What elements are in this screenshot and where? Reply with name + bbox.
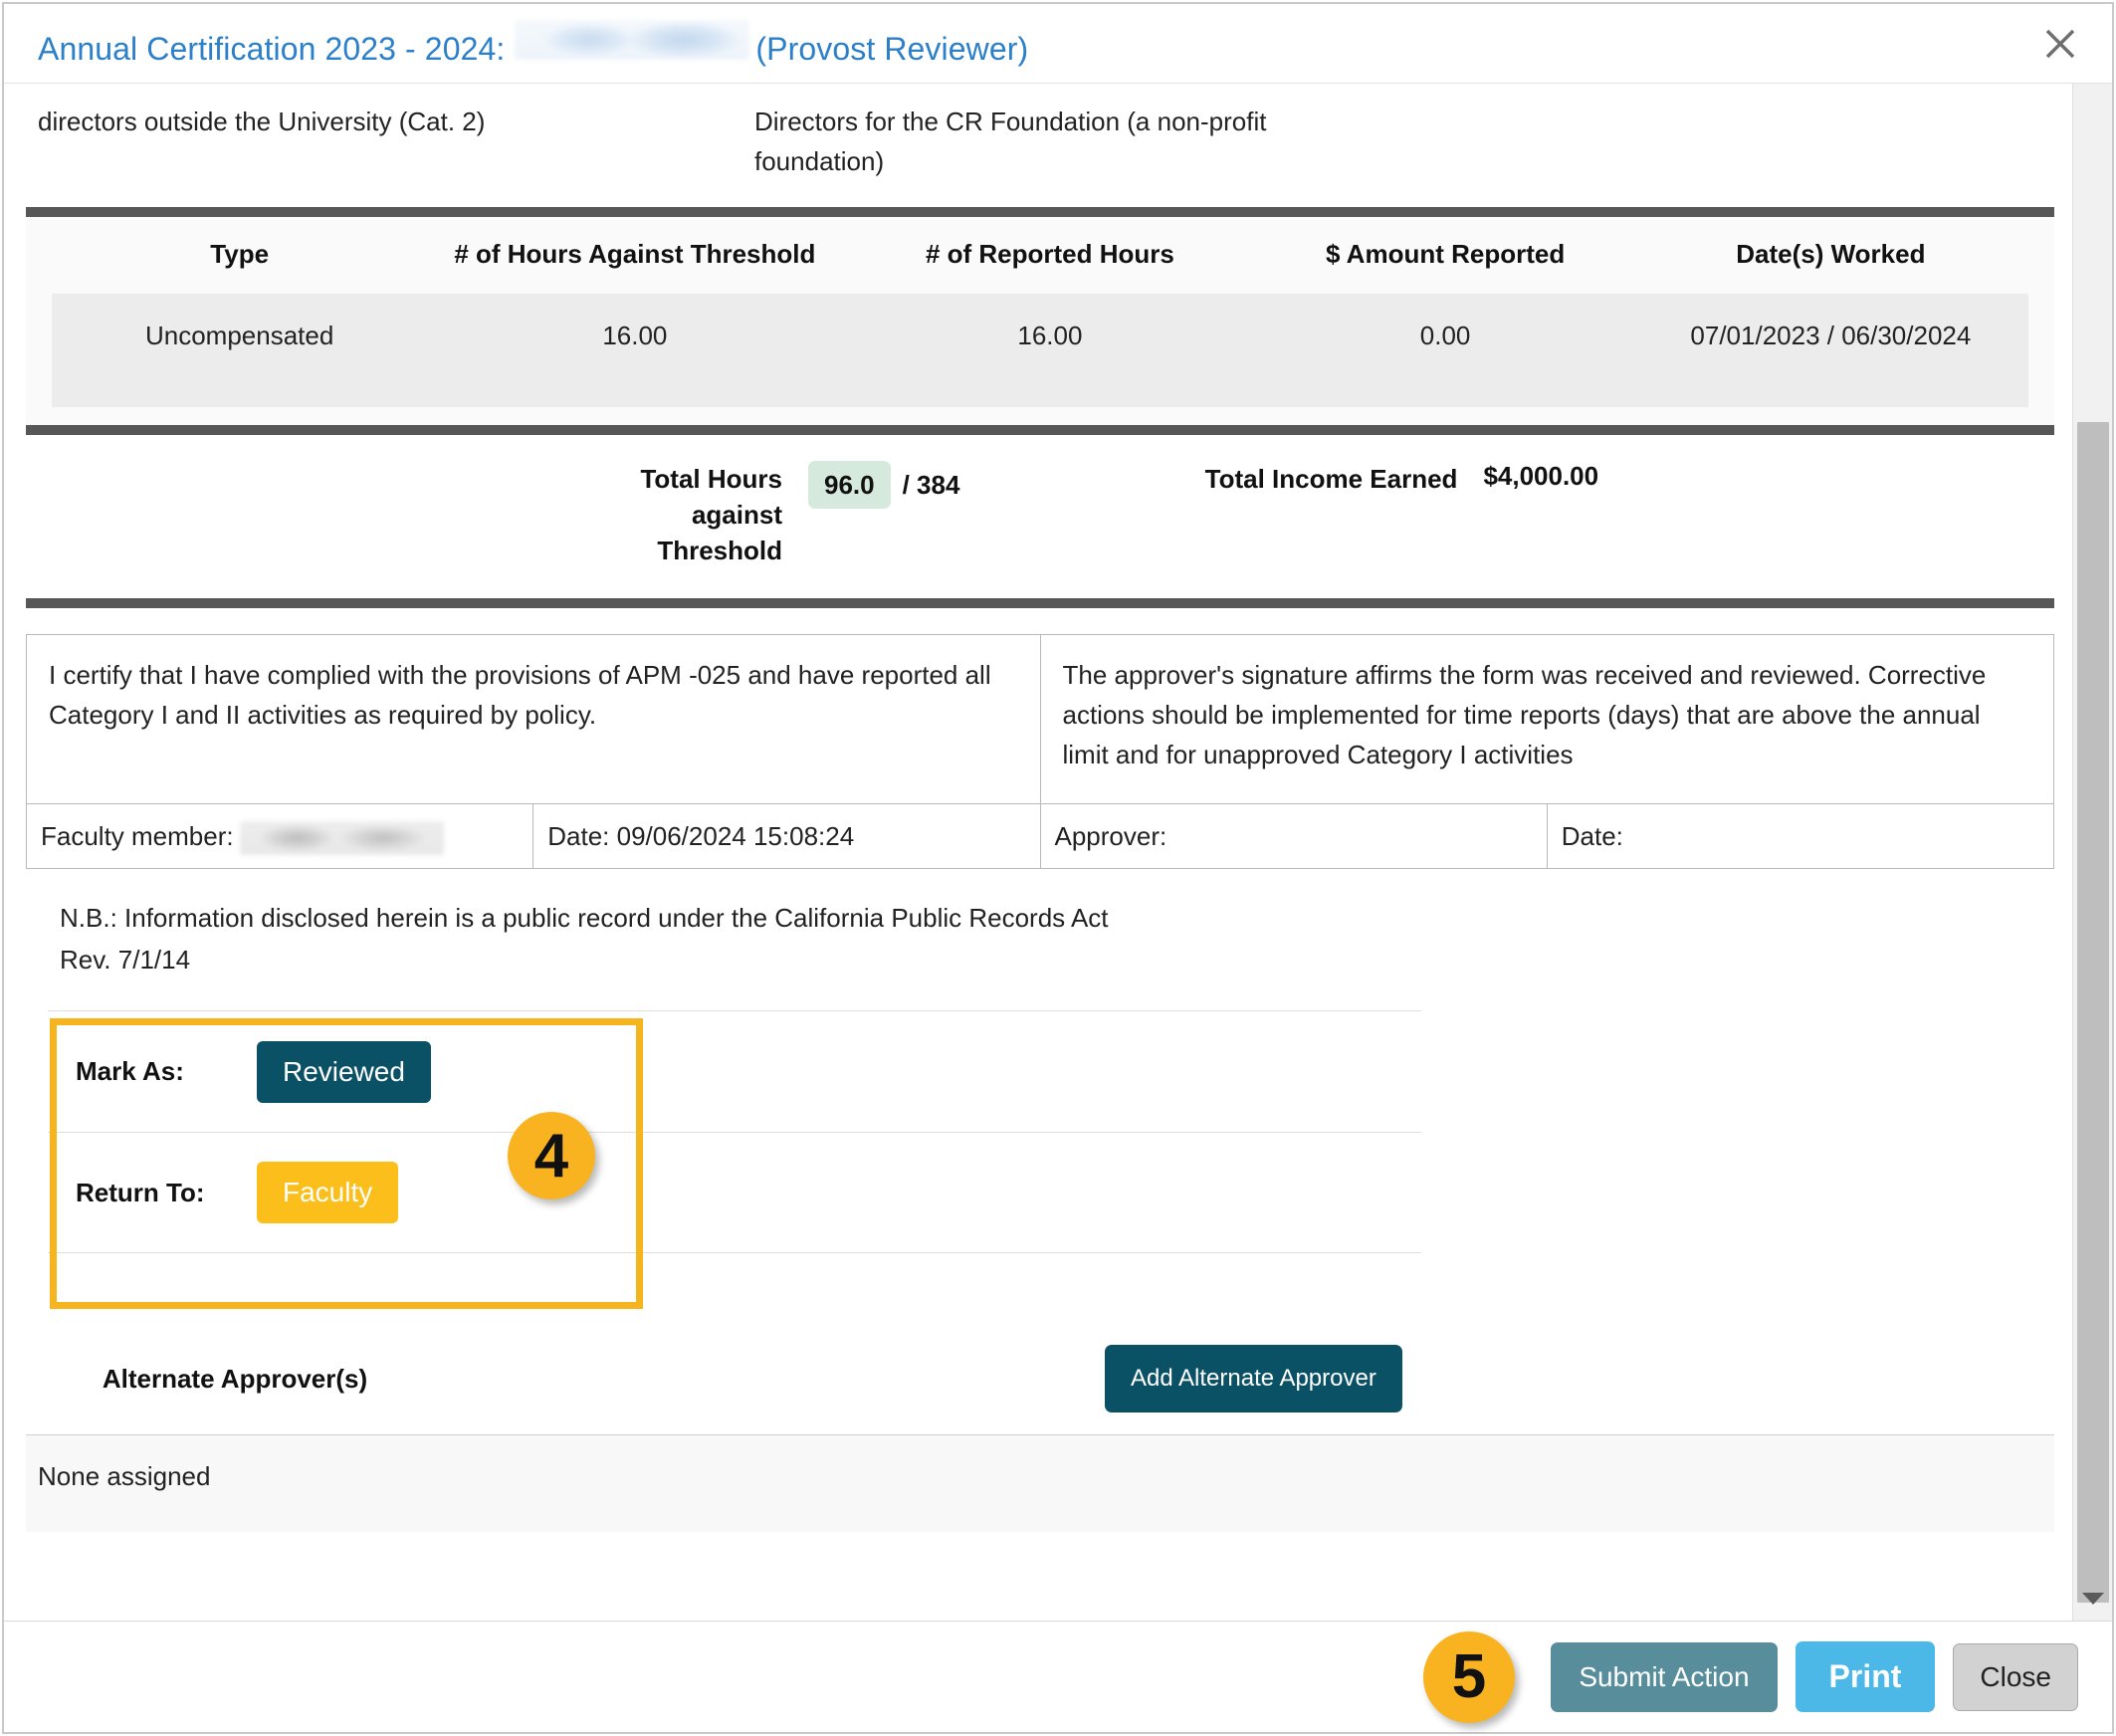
total-hours-value-group: 96.0 / 384 bbox=[808, 461, 959, 509]
signature-row: Faculty member: Date: 09/06/2024 15:08:2… bbox=[25, 803, 2055, 869]
totals-bottom-rule bbox=[26, 598, 2054, 608]
table-top-rule bbox=[26, 207, 2054, 217]
activity-description-left: directors outside the University (Cat. 2… bbox=[38, 107, 486, 136]
hours-detail-table: Type # of Hours Against Threshold # of R… bbox=[52, 217, 2028, 407]
step-5-badge: 5 bbox=[1423, 1630, 1515, 1723]
modal-body: directors outside the University (Cat. 2… bbox=[4, 84, 2112, 1621]
review-action-rows: Mark As: Reviewed Return To: Faculty bbox=[48, 1010, 1421, 1253]
alternate-approvers-title: Alternate Approver(s) bbox=[102, 1363, 368, 1394]
table-header-row: Type # of Hours Against Threshold # of R… bbox=[52, 217, 2028, 294]
return-to-label: Return To: bbox=[76, 1177, 205, 1207]
col-header-reported-hours: # of Reported Hours bbox=[842, 217, 1258, 294]
alternate-approvers-section: Alternate Approver(s) Add Alternate Appr… bbox=[26, 1335, 2054, 1532]
cell-amount-reported: 0.00 bbox=[1257, 294, 1633, 407]
scroll-down-arrow-icon[interactable] bbox=[2073, 1579, 2112, 1619]
step-4-badge: 4 bbox=[508, 1112, 595, 1199]
mark-as-label: Mark As: bbox=[76, 1056, 184, 1086]
cell-hours-against: 16.00 bbox=[427, 294, 843, 407]
alternate-approvers-header: Alternate Approver(s) Add Alternate Appr… bbox=[26, 1335, 2054, 1434]
col-header-dates-worked: Date(s) Worked bbox=[1632, 217, 2028, 294]
certification-section: I certify that I have complied with the … bbox=[25, 608, 2055, 869]
modal-header: Annual Certification 2023 - 2024: (Provo… bbox=[4, 4, 2112, 84]
alternate-approvers-list: None assigned bbox=[26, 1434, 2054, 1532]
col-header-hours-against-threshold: # of Hours Against Threshold bbox=[427, 217, 843, 294]
screenshot-root: Annual Certification 2023 - 2024: (Provo… bbox=[0, 0, 2116, 1736]
mark-as-row: Mark As: Reviewed bbox=[48, 1010, 1421, 1132]
approver-date-cell: Date: bbox=[1546, 803, 2055, 869]
certification-statements-row: I certify that I have complied with the … bbox=[26, 634, 2054, 804]
total-income-label: Total Income Earned bbox=[1204, 464, 1458, 494]
totals-top-rule bbox=[26, 425, 2054, 435]
table-row: Uncompensated 16.00 16.00 0.00 07/01/202… bbox=[52, 294, 2028, 407]
add-alternate-approver-button[interactable]: Add Alternate Approver bbox=[1105, 1345, 1402, 1412]
vertical-scrollbar[interactable] bbox=[2072, 84, 2112, 1621]
certification-modal: Annual Certification 2023 - 2024: (Provo… bbox=[2, 2, 2114, 1734]
approver-signature-cell: Approver: bbox=[1039, 803, 1548, 869]
redacted-faculty-name bbox=[515, 19, 750, 60]
col-header-type: Type bbox=[52, 217, 428, 294]
detail-table-wrap: Type # of Hours Against Threshold # of R… bbox=[26, 217, 2054, 425]
cell-reported-hours: 16.00 bbox=[842, 294, 1258, 407]
close-button[interactable]: Close bbox=[1953, 1642, 2078, 1711]
total-hours-denominator: / 384 bbox=[902, 470, 960, 500]
public-record-note-line2: Rev. 7/1/14 bbox=[60, 945, 191, 975]
print-button[interactable]: Print bbox=[1795, 1641, 1936, 1712]
modal-title-role: (Provost Reviewer) bbox=[755, 30, 1029, 67]
faculty-member-signature-cell: Faculty member: bbox=[25, 803, 534, 869]
modal-title-prefix: Annual Certification 2023 - 2024: bbox=[38, 30, 506, 67]
page-title: Annual Certification 2023 - 2024: (Provo… bbox=[38, 19, 1029, 68]
cell-type: Uncompensated bbox=[52, 294, 428, 407]
total-income-value: $4,000.00 bbox=[1483, 461, 1599, 491]
activity-description-right: Directors for the CR Foundation (a non-p… bbox=[754, 107, 1267, 176]
submit-action-button[interactable]: Submit Action bbox=[1551, 1641, 1778, 1712]
return-to-faculty-button[interactable]: Faculty bbox=[257, 1162, 399, 1223]
activity-description-row: directors outside the University (Cat. 2… bbox=[26, 84, 2054, 181]
faculty-certification-statement: I certify that I have complied with the … bbox=[26, 634, 1041, 804]
mark-as-reviewed-button[interactable]: Reviewed bbox=[257, 1040, 431, 1103]
faculty-date-cell: Date: 09/06/2024 15:08:24 bbox=[532, 803, 1041, 869]
chevron-down-icon bbox=[2082, 1593, 2104, 1605]
public-record-note: N.B.: Information disclosed herein is a … bbox=[26, 869, 2054, 980]
faculty-member-label: Faculty member: bbox=[41, 821, 234, 851]
total-hours-chip: 96.0 bbox=[808, 461, 891, 509]
modal-footer: 5 Submit Action Print Close bbox=[4, 1621, 2112, 1732]
modal-scroll-content: directors outside the University (Cat. 2… bbox=[4, 84, 2076, 1621]
cell-dates-worked: 07/01/2023 / 06/30/2024 bbox=[1632, 294, 2028, 407]
review-action-section: Mark As: Reviewed Return To: Faculty 4 bbox=[26, 1010, 2054, 1309]
total-hours-label: Total Hours against Threshold bbox=[640, 464, 782, 565]
certification-table: I certify that I have complied with the … bbox=[25, 634, 2055, 869]
redacted-signature bbox=[239, 821, 444, 856]
return-to-row: Return To: Faculty bbox=[48, 1132, 1421, 1253]
close-icon[interactable] bbox=[2038, 22, 2082, 66]
scrollbar-thumb[interactable] bbox=[2077, 422, 2109, 1603]
public-record-note-line1: N.B.: Information disclosed herein is a … bbox=[60, 903, 1109, 933]
approver-certification-statement: The approver's signature affirms the for… bbox=[1039, 634, 2054, 804]
totals-row: Total Hours against Threshold 96.0 / 384… bbox=[26, 435, 2054, 598]
col-header-amount-reported: $ Amount Reported bbox=[1257, 217, 1633, 294]
